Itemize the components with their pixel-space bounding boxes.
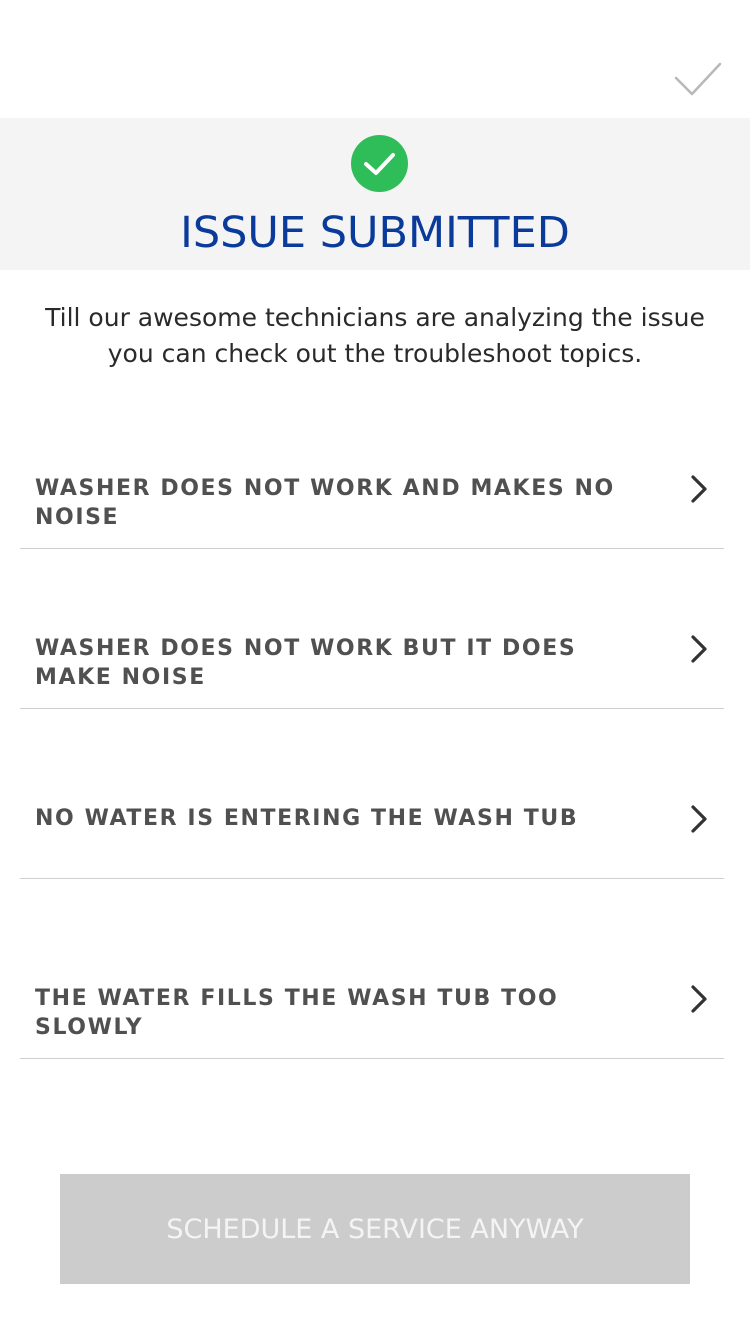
page-title: ISSUE SUBMITTED: [180, 208, 570, 258]
topic-label: NO WATER IS ENTERING THE WASH TUB: [35, 806, 579, 831]
chevron-right-icon: [688, 634, 710, 664]
topic-item-no-noise[interactable]: WASHER DOES NOT WORK AND MAKES NO NOISE: [20, 430, 724, 549]
schedule-service-label: SCHEDULE A SERVICE ANYWAY: [166, 1213, 584, 1245]
schedule-service-button[interactable]: SCHEDULE A SERVICE ANYWAY: [60, 1174, 690, 1284]
topic-item-no-water[interactable]: NO WATER IS ENTERING THE WASH TUB: [20, 709, 724, 879]
check-circle-icon: [351, 135, 408, 192]
topic-label: WASHER DOES NOT WORK BUT IT DOES MAKE NO…: [35, 636, 577, 690]
chevron-right-icon: [688, 474, 710, 504]
topic-item-fills-slowly[interactable]: THE WATER FILLS THE WASH TUB TOO SLOWLY: [20, 879, 724, 1059]
topic-item-makes-noise[interactable]: WASHER DOES NOT WORK BUT IT DOES MAKE NO…: [20, 549, 724, 709]
info-message-line-2: you can check out the troubleshoot topic…: [107, 339, 643, 368]
info-message: Till our awesome technicians are analyzi…: [40, 300, 710, 372]
top-bar: [0, 0, 750, 118]
topic-label: THE WATER FILLS THE WASH TUB TOO SLOWLY: [35, 986, 559, 1040]
chevron-right-icon: [688, 804, 710, 834]
chevron-right-icon: [688, 984, 710, 1014]
checkmark-icon[interactable]: [672, 58, 724, 102]
info-message-line-1: Till our awesome technicians are analyzi…: [45, 303, 705, 332]
status-banner: ISSUE SUBMITTED: [0, 118, 750, 270]
topic-label: WASHER DOES NOT WORK AND MAKES NO NOISE: [35, 476, 615, 530]
